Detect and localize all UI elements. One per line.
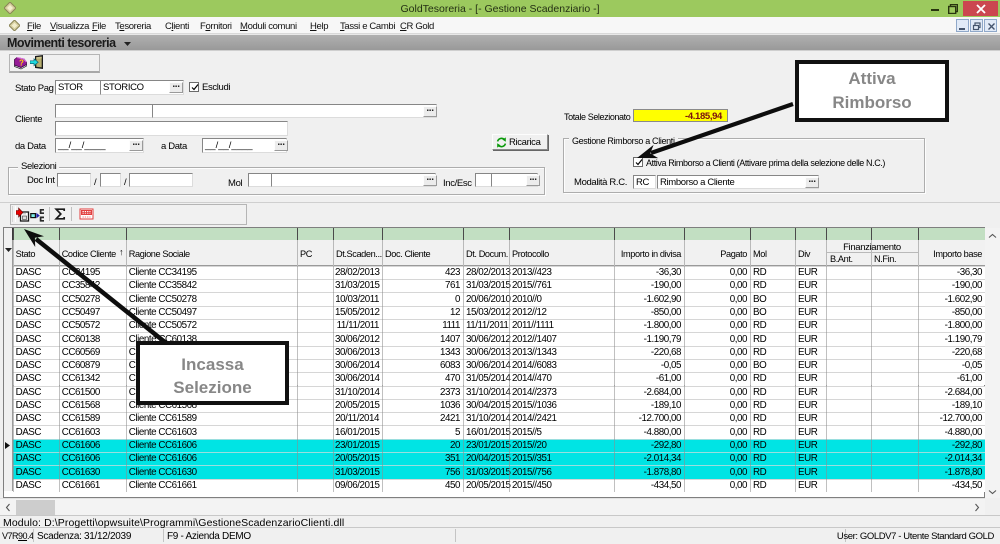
svg-text:?: ? — [19, 59, 24, 68]
